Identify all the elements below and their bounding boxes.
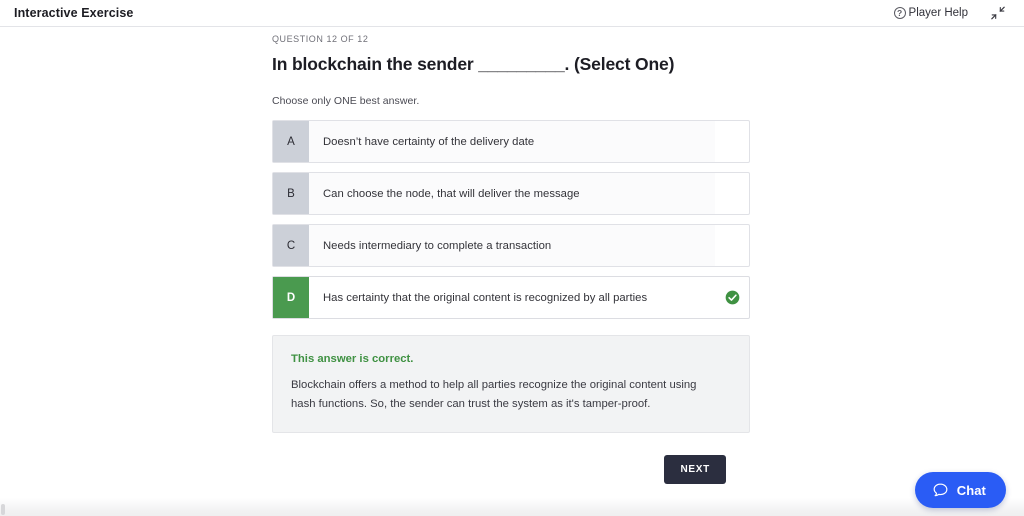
option-text-b: Can choose the node, that will deliver t…: [309, 173, 715, 215]
app-title: Interactive Exercise: [14, 6, 134, 20]
question-circle-icon: ?: [893, 7, 906, 19]
option-letter-d: D: [273, 277, 309, 319]
option-mark-d: [715, 277, 749, 318]
collapse-arrows-icon[interactable]: [990, 5, 1006, 21]
chat-label: Chat: [956, 482, 986, 498]
feedback-body: Blockchain offers a method to help all p…: [291, 379, 697, 411]
top-bar-actions: ? Player Help: [893, 5, 1012, 21]
chat-button[interactable]: Chat: [914, 472, 1006, 508]
bottom-fade-strip: [0, 498, 1024, 516]
actions-row: NEXT: [272, 454, 750, 484]
question-instruction: Choose only ONE best answer.: [272, 95, 420, 108]
option-letter-b: B: [273, 173, 309, 215]
answer-option-c[interactable]: C Needs intermediary to complete a trans…: [272, 224, 750, 268]
option-mark-c: [715, 225, 749, 266]
next-button[interactable]: NEXT: [663, 454, 726, 484]
scrollbar-thumb[interactable]: [1, 504, 5, 515]
option-text-a: Doesn’t have certainty of the delivery d…: [309, 121, 715, 163]
option-mark-b: [715, 173, 749, 214]
feedback-title: This answer is correct.: [291, 353, 414, 366]
option-text-d: Has certainty that the original content …: [309, 277, 715, 319]
top-bar: Interactive Exercise ? Player Help: [0, 0, 1024, 27]
exercise-page: QUESTION 12 OF 12 In blockchain the send…: [0, 27, 1024, 516]
correct-check-icon: [725, 291, 739, 305]
question-title: In blockchain the sender _________. (Sel…: [272, 54, 675, 74]
player-help-button[interactable]: ? Player Help: [893, 7, 968, 19]
feedback-panel: This answer is correct. Blockchain offer…: [272, 335, 750, 433]
player-help-label: Player Help: [908, 7, 968, 19]
answer-option-b[interactable]: B Can choose the node, that will deliver…: [272, 172, 750, 216]
option-mark-a: [715, 121, 749, 162]
answer-option-d[interactable]: D Has certainty that the original conten…: [272, 276, 750, 320]
question-counter: QUESTION 12 OF 12: [272, 34, 369, 44]
chat-bubble-icon: [933, 482, 948, 496]
answer-option-a[interactable]: A Doesn’t have certainty of the delivery…: [272, 120, 750, 164]
option-letter-c: C: [273, 225, 309, 267]
option-text-c: Needs intermediary to complete a transac…: [309, 225, 715, 267]
question-container: QUESTION 12 OF 12 In blockchain the send…: [272, 27, 750, 484]
option-letter-a: A: [273, 121, 309, 163]
answer-options-list: A Doesn’t have certainty of the delivery…: [272, 120, 750, 320]
